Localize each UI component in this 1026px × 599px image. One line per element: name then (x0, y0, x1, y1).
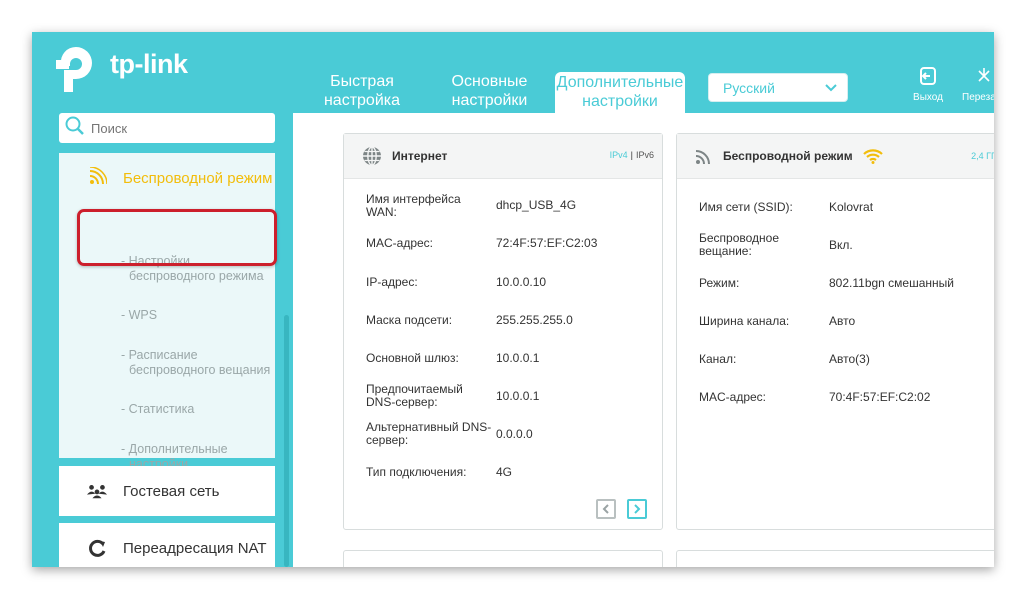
previous-page-button[interactable] (596, 499, 616, 519)
reboot-button[interactable]: Переза (962, 66, 994, 103)
row-value: 802.11bgn смешанный (829, 276, 954, 290)
ipv6-toggle[interactable]: IPv6 (636, 150, 654, 160)
row-value: 0.0.0.0 (496, 427, 533, 441)
wireless-signal-icon (695, 147, 713, 165)
row-value: 72:4F:57:EF:C2:03 (496, 236, 598, 250)
reboot-label: Переза (962, 92, 994, 103)
lower-status-card-left (343, 550, 663, 567)
tab-advanced-settings[interactable]: Дополнительные настройки (555, 72, 685, 113)
subitem-line1: - Статистика (121, 402, 195, 416)
row-label: Канал: (699, 352, 737, 366)
tab-basic-settings[interactable]: Основные настройки (432, 72, 547, 113)
sidebar-subitem-wps[interactable]: - WPS (121, 308, 271, 323)
wireless-card-title: Беспроводной режим (723, 149, 853, 163)
language-value: Русский (723, 79, 775, 96)
sidebar-item-nat-label: Переадресация NAT (123, 539, 267, 557)
row-label: Маска подсети: (366, 313, 453, 327)
row-value: 10.0.0.10 (496, 275, 547, 289)
row-value: 10.0.0.1 (496, 351, 540, 365)
chevron-down-icon (825, 81, 837, 95)
sidebar-subitem-schedule[interactable]: - Расписание беспроводного вещания (121, 348, 271, 378)
wifi-band-label[interactable]: 2,4 ГГц (971, 151, 994, 161)
next-page-button[interactable] (627, 499, 647, 519)
ipv4-toggle[interactable]: IPv4 (610, 150, 628, 160)
row-label: Имя интерфейса WAN: (366, 192, 461, 219)
sidebar-scrollbar[interactable] (284, 315, 289, 567)
chevron-right-icon (634, 504, 641, 514)
row-label: MAC-адрес: (699, 390, 767, 404)
row-value: Kolovrat (829, 200, 874, 214)
sidebar-item-wireless[interactable]: Беспроводной режим (59, 153, 275, 203)
row-label: Тип подключения: (366, 465, 467, 479)
nat-forwarding-icon (87, 538, 107, 558)
logout-icon (909, 66, 947, 89)
tp-link-logo: tp-link (56, 44, 188, 94)
wifi-active-icon (862, 148, 883, 164)
wifi-signal-icon (89, 166, 108, 189)
brand-name: tp-link (110, 48, 188, 79)
sidebar-section-wireless: Беспроводной режим - Настройки беспровод… (59, 153, 277, 471)
subitem-line1: - Настройки (121, 254, 190, 268)
globe-icon (362, 146, 382, 166)
tp-link-logo-mark-icon (56, 43, 108, 95)
tab-basic-line1: Основные (451, 73, 528, 90)
main-content: Интернет IPv4 | IPv6 Имя интерфейса WAN: d… (293, 113, 994, 567)
reboot-icon (974, 66, 994, 89)
tab-quick-setup-line2: настройка (323, 92, 401, 109)
wireless-status-card: Беспроводной режим 2,4 ГГц Имя сети (SSI… (676, 133, 994, 530)
language-select[interactable]: Русский (708, 73, 848, 102)
guest-network-icon (87, 481, 107, 501)
tab-advanced-line1: Дополнительные (556, 74, 684, 91)
row-label: Беспроводное вещание: (699, 231, 780, 258)
subitem-line2: беспроводного вещания (129, 363, 271, 377)
logout-label: Выход (913, 92, 943, 103)
sidebar-subitem-statistics[interactable]: - Статистика (121, 402, 271, 417)
sidebar-item-guest-label: Гостевая сеть (123, 482, 220, 500)
row-label: Предпочитаемый DNS-сервер: (366, 382, 463, 409)
tab-quick-setup-line1: Быстрая (330, 73, 394, 90)
search-icon (65, 116, 85, 141)
wireless-card-header: Беспроводной режим 2,4 ГГц (677, 134, 994, 179)
row-label: Имя сети (SSID): (699, 200, 793, 214)
row-value: 4G (496, 465, 513, 479)
search-box[interactable] (59, 113, 275, 143)
row-value: Авто(3) (829, 352, 870, 366)
row-value: 255.255.255.0 (496, 313, 573, 327)
subitem-line1: - WPS (121, 308, 158, 322)
ip-version-toggle: IPv4 | IPv6 (609, 150, 654, 160)
lower-status-card-right (676, 550, 994, 567)
row-value: dhcp_USB_4G (496, 198, 577, 212)
row-label: MAC-адрес: (366, 236, 434, 250)
subitem-line1: - Расписание (121, 348, 198, 362)
subitem-line1: - Дополнительные (121, 442, 228, 456)
row-label: IP-адрес: (366, 275, 418, 289)
internet-card-title: Интернет (392, 149, 448, 163)
sidebar-subitem-wireless-settings[interactable]: - Настройки беспроводного режима (121, 254, 271, 284)
row-label: Основной шлюз: (366, 351, 459, 365)
row-value: Вкл. (829, 238, 853, 252)
router-admin-window: tp-link Быстрая настройка Основные настр… (32, 32, 994, 567)
sidebar-item-nat-forwarding[interactable]: Переадресация NAT (59, 523, 275, 567)
row-label: Ширина канала: (699, 314, 790, 328)
sidebar-item-wireless-label: Беспроводной режим (123, 169, 273, 187)
tab-advanced-line2: настройки (582, 93, 658, 110)
row-value: 70:4F:57:EF:C2:02 (829, 390, 931, 404)
search-input[interactable] (91, 120, 261, 136)
tab-quick-setup[interactable]: Быстрая настройка (307, 72, 417, 113)
row-value: 10.0.0.1 (496, 389, 540, 403)
internet-card-header: Интернет IPv4 | IPv6 (344, 134, 662, 179)
row-label: Альтернативный DNS-сервер: (366, 420, 492, 447)
row-value: Авто (829, 314, 856, 328)
row-label: Режим: (699, 276, 740, 290)
logout-button[interactable]: Выход (909, 66, 947, 103)
tab-basic-line2: настройки (451, 92, 528, 109)
chevron-left-icon (602, 504, 609, 514)
internet-status-card: Интернет IPv4 | IPv6 Имя интерфейса WAN: d… (343, 133, 663, 530)
subitem-line2: беспроводного режима (129, 269, 264, 283)
sidebar-item-guest-network[interactable]: Гостевая сеть (59, 466, 275, 516)
